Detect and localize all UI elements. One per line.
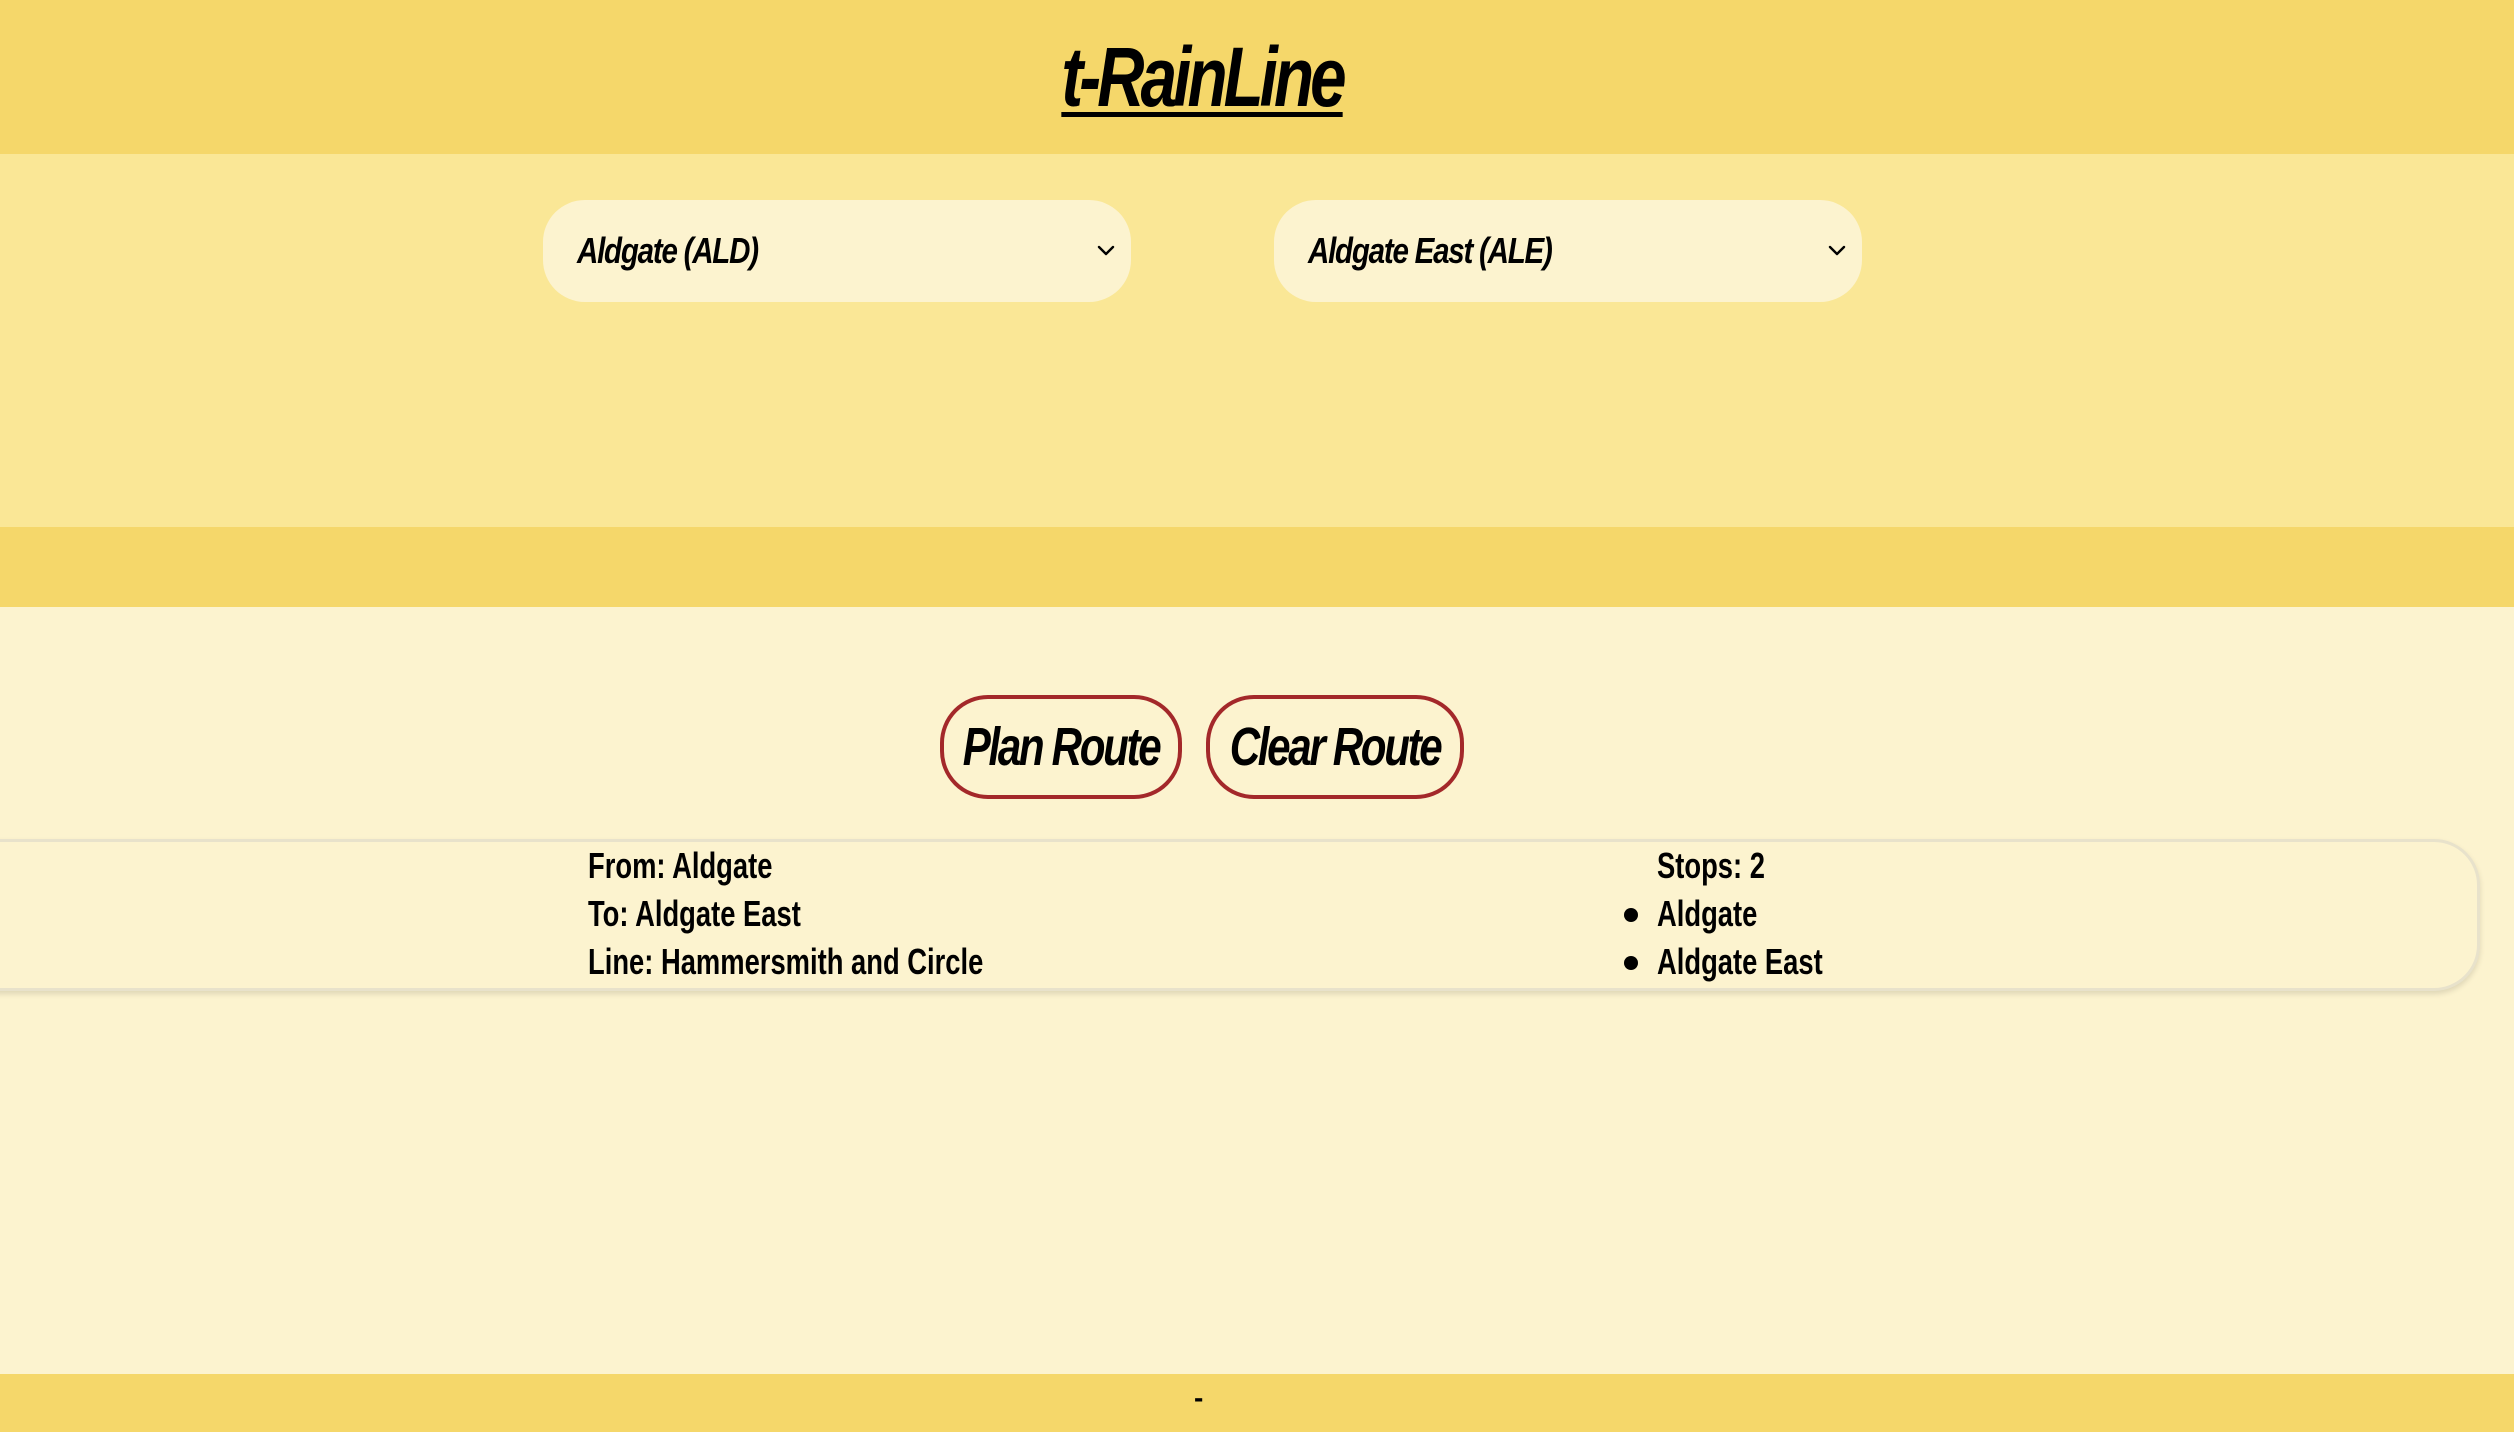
to-station-value: Aldgate East (ALE) — [1308, 230, 1553, 271]
route-line: Line: Hammersmith and Circle — [588, 941, 984, 982]
header: t-RainLine — [0, 0, 2514, 154]
separator-band — [0, 527, 2514, 607]
bullet-icon — [1624, 956, 1638, 970]
route-result-panel — [0, 839, 2480, 991]
to-station-select[interactable]: Aldgate East (ALE) — [1274, 200, 1862, 302]
bullet-icon — [1624, 908, 1638, 922]
from-station-value: Aldgate (ALD) — [577, 230, 759, 271]
stop-list-item: Aldgate East — [1657, 941, 1823, 982]
route-to: To: Aldgate East — [588, 893, 801, 934]
from-station-select[interactable]: Aldgate (ALD) — [543, 200, 1131, 302]
plan-route-button[interactable]: Plan Route — [940, 695, 1182, 799]
clear-route-label: Clear Route — [1229, 717, 1443, 777]
clear-route-button[interactable]: Clear Route — [1206, 695, 1464, 799]
station-selection-area — [0, 154, 2514, 527]
plan-route-label: Plan Route — [962, 717, 1162, 777]
chevron-down-icon — [1828, 245, 1846, 256]
stop-list-item: Aldgate — [1657, 893, 1758, 934]
route-from: From: Aldgate — [588, 845, 773, 886]
footer: - — [0, 1374, 2514, 1432]
chevron-down-icon — [1097, 245, 1115, 256]
route-stops-count: Stops: 2 — [1657, 845, 1765, 886]
app-title[interactable]: t-RainLine — [264, 0, 2139, 154]
footer-text: - — [1194, 1382, 1204, 1413]
